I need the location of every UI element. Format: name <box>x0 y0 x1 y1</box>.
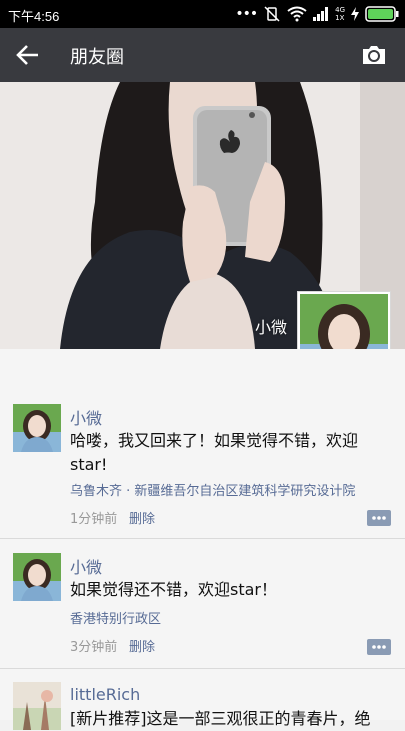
more-dots-icon: ••• <box>235 6 258 22</box>
comment-icon[interactable] <box>367 639 391 655</box>
feed-post: littleRich [新片推荐]这是一部三观很正的青春片，绝 <box>0 669 405 730</box>
post-avatar[interactable] <box>13 553 61 601</box>
wifi-icon <box>287 6 307 22</box>
post-content: [新片推荐]这是一部三观很正的青春片，绝 <box>70 709 371 728</box>
avatar-image <box>13 553 61 601</box>
status-bar: 下午4:56 ••• 4G 1X <box>0 0 405 28</box>
avatar-image <box>13 404 61 452</box>
comment-icon[interactable] <box>367 510 391 526</box>
feed-post: 小微 哈喽，我又回来了！如果觉得不错，欢迎star! 乌鲁木齐 · 新疆维吾尔自… <box>0 391 405 539</box>
page-title: 朋友圈 <box>70 47 124 68</box>
post-time: 3分钟前 <box>70 640 118 655</box>
post-content: 哈喽，我又回来了！如果觉得不错，欢迎star! <box>70 431 359 474</box>
delete-link[interactable]: 删除 <box>129 636 155 655</box>
network-type: 4G 1X <box>335 6 345 22</box>
avatar-image <box>13 682 61 730</box>
post-author[interactable]: 小微 <box>70 554 102 578</box>
top-nav-bar: 朋友圈 <box>0 28 405 82</box>
post-author[interactable]: littleRich <box>70 685 140 704</box>
post-time: 1分钟前 <box>70 512 118 527</box>
post-avatar[interactable] <box>13 682 61 730</box>
post-avatar[interactable] <box>13 404 61 452</box>
cover-username: 小微 <box>254 318 287 337</box>
post-content: 如果觉得还不错，欢迎star！ <box>70 580 277 599</box>
battery-icon <box>365 6 399 22</box>
post-author[interactable]: 小微 <box>70 405 102 429</box>
charging-icon <box>351 7 359 21</box>
status-icons: ••• 4G 1X <box>235 5 399 23</box>
moments-feed: 小微 哈喽，我又回来了！如果觉得不错，欢迎star! 乌鲁木齐 · 新疆维吾尔自… <box>0 349 405 730</box>
back-arrow-icon[interactable] <box>14 41 42 69</box>
camera-icon[interactable] <box>361 42 387 68</box>
post-location[interactable]: 香港特别行政区 <box>70 608 161 627</box>
post-location[interactable]: 乌鲁木齐 · 新疆维吾尔自治区建筑科学研究设计院 <box>70 480 355 499</box>
delete-link[interactable]: 删除 <box>129 508 155 527</box>
status-time: 下午4:56 <box>8 9 60 24</box>
vibrate-off-icon <box>264 6 280 22</box>
feed-post: 小微 如果觉得还不错，欢迎star！ 香港特别行政区 3分钟前 删除 <box>0 539 405 669</box>
signal-icon <box>313 7 329 21</box>
